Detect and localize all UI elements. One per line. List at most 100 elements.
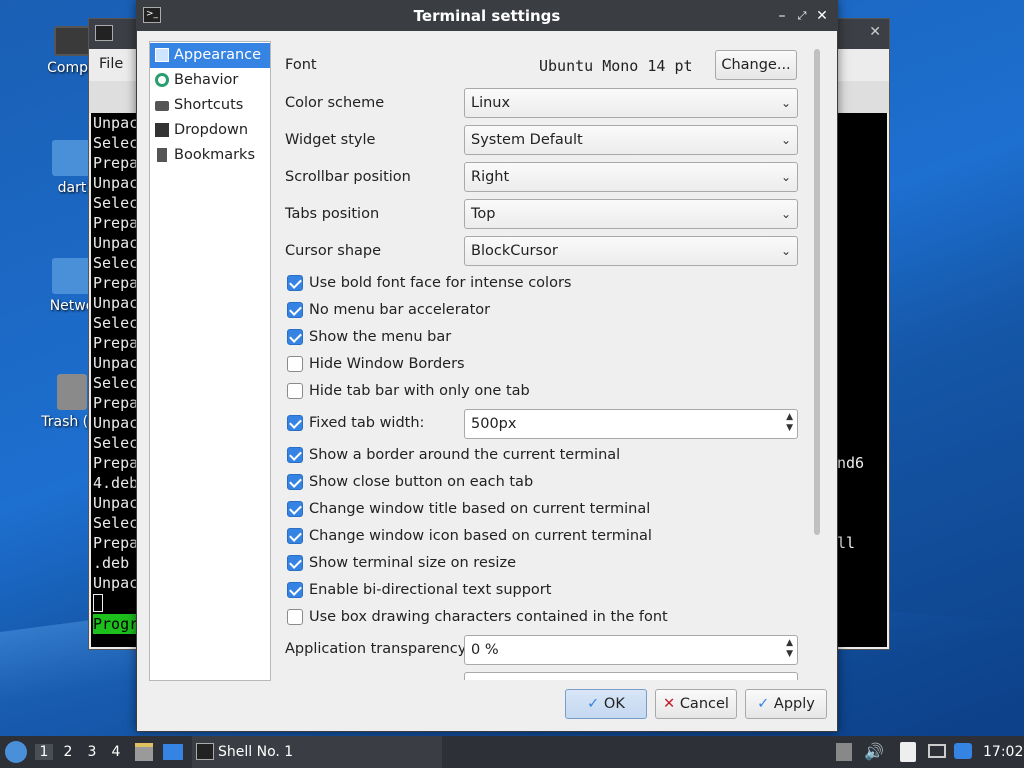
chevron-down-icon: ⌄ [780, 96, 791, 110]
sidebar-item-shortcuts[interactable]: Shortcuts [150, 93, 270, 118]
terminal-fragment: nd6 [837, 454, 865, 472]
checkbox-box[interactable] [287, 356, 303, 372]
start-menu-icon[interactable] [5, 741, 27, 763]
checkbox-border-current-terminal[interactable]: Show a border around the current termina… [285, 444, 620, 466]
workspace-2[interactable]: 2 [59, 744, 77, 760]
menu-file[interactable]: File [99, 56, 123, 72]
file-manager-icon[interactable] [135, 743, 153, 761]
checkbox-hide-tab-bar[interactable]: Hide tab bar with only one tab [285, 380, 530, 402]
checkbox-box[interactable] [287, 447, 303, 463]
sidebar-item-label: Appearance [174, 47, 262, 63]
maximize-icon[interactable]: ⤢ [793, 7, 811, 25]
sidebar-item-label: Dropdown [174, 122, 249, 138]
behavior-icon [155, 73, 169, 87]
close-icon[interactable]: ✕ [813, 7, 831, 25]
home-folder-icon [52, 140, 92, 176]
chevron-down-icon: ⌄ [780, 133, 791, 147]
dialog-titlebar[interactable]: >_ Terminal settings – ⤢ ✕ [137, 1, 837, 31]
minimize-icon[interactable]: – [773, 7, 791, 25]
cancel-button[interactable]: ✕ Cancel [655, 689, 737, 719]
scrollbar-position-label: Scrollbar position [285, 169, 411, 185]
checkbox-close-button-tab[interactable]: Show close button on each tab [285, 471, 533, 493]
checkbox-show-menu-bar[interactable]: Show the menu bar [285, 326, 451, 348]
cursor-shape-select[interactable]: BlockCursor ⌄ [464, 236, 798, 266]
app-transparency-label: Application transparency [285, 641, 467, 657]
chevron-down-icon: ⌄ [780, 170, 791, 184]
spin-arrows-icon[interactable]: ▲ ▼ [786, 412, 793, 434]
tabs-position-label: Tabs position [285, 206, 380, 222]
checkbox-box[interactable] [287, 582, 303, 598]
sidebar-item-dropdown[interactable]: Dropdown [150, 118, 270, 143]
terminal-icon [95, 25, 113, 41]
apply-button[interactable]: ✓ Apply [745, 689, 827, 719]
font-label: Font [285, 57, 317, 73]
app-transparency-spinbox[interactable]: 0 % ▲ ▼ [464, 635, 798, 665]
checkbox-label: Show a border around the current termina… [309, 447, 621, 463]
checkbox-label: Change window title based on current ter… [309, 501, 651, 517]
checkbox-box[interactable] [287, 528, 303, 544]
checkbox-box[interactable] [287, 329, 303, 345]
show-desktop-icon[interactable] [163, 744, 183, 760]
network-icon[interactable] [928, 744, 946, 758]
sidebar-item-label: Shortcuts [174, 97, 244, 113]
change-font-button[interactable]: Change... [715, 50, 797, 80]
sidebar-item-appearance[interactable]: Appearance [150, 43, 270, 68]
fixed-tab-width-spinbox[interactable]: 500px ▲ ▼ [464, 409, 798, 439]
checkbox-change-window-title[interactable]: Change window title based on current ter… [285, 498, 650, 520]
checkbox-box[interactable] [287, 609, 303, 625]
checkbox-label: Show terminal size on resize [309, 555, 516, 571]
sidebar-item-bookmarks[interactable]: Bookmarks [150, 143, 270, 168]
settings-sidebar: Appearance Behavior Shortcuts Dropdown B… [149, 41, 271, 681]
checkbox-box[interactable] [287, 275, 303, 291]
checkbox-terminal-size-resize[interactable]: Show terminal size on resize [285, 552, 516, 574]
tabs-position-select[interactable]: Top ⌄ [464, 199, 798, 229]
scrollbar-position-value: Right [471, 169, 510, 185]
sidebar-item-behavior[interactable]: Behavior [150, 68, 270, 93]
clipboard-icon[interactable] [900, 742, 916, 762]
keyboard-icon [155, 101, 169, 111]
task-shell[interactable]: Shell No. 1 [192, 736, 442, 768]
checkbox-box[interactable] [287, 555, 303, 571]
apply-label: Apply [773, 696, 815, 712]
checkbox-hide-window-borders[interactable]: Hide Window Borders [285, 353, 465, 375]
checkbox-label: Fixed tab width: [309, 415, 425, 431]
widget-style-select[interactable]: System Default ⌄ [464, 125, 798, 155]
checkbox-bold-font[interactable]: Use bold font face for intense colors [285, 272, 571, 294]
clock: 17:02 [983, 744, 1024, 760]
spin-arrows-icon[interactable]: ▲ ▼ [786, 638, 793, 660]
checkbox-box-drawing[interactable]: Use box drawing characters contained in … [285, 606, 668, 628]
eject-icon[interactable] [836, 743, 852, 761]
checkbox-label: Hide Window Borders [309, 356, 465, 372]
checkbox-label: Show the menu bar [309, 329, 452, 345]
ok-label: OK [603, 696, 625, 712]
workspace-4[interactable]: 4 [107, 744, 125, 760]
checkbox-box[interactable] [287, 415, 303, 431]
terminal-settings-dialog[interactable]: >_ Terminal settings – ⤢ ✕ Appearance Be… [136, 0, 838, 732]
checkbox-label: No menu bar accelerator [309, 302, 491, 318]
close-icon[interactable]: ✕ [869, 24, 881, 40]
ok-button[interactable]: ✓ OK [565, 689, 647, 719]
checkbox-label: Use box drawing characters contained in … [309, 609, 668, 625]
checkbox-no-menu-accelerator[interactable]: No menu bar accelerator [285, 299, 490, 321]
checkbox-box[interactable] [287, 474, 303, 490]
checkbox-fixed-tab-width[interactable]: Fixed tab width: [285, 412, 424, 434]
checkbox-box[interactable] [287, 383, 303, 399]
workspace-1[interactable]: 1 [35, 744, 53, 760]
update-icon[interactable] [954, 743, 972, 759]
scrollbar-position-select[interactable]: Right ⌄ [464, 162, 798, 192]
widget-style-label: Widget style [285, 132, 376, 148]
color-scheme-select[interactable]: Linux ⌄ [464, 88, 798, 118]
settings-scrollbar[interactable] [811, 49, 821, 679]
task-label: Shell No. 1 [218, 744, 294, 760]
cursor-shape-value: BlockCursor [471, 243, 558, 259]
workspace-3[interactable]: 3 [83, 744, 101, 760]
volume-icon[interactable]: 🔊 [864, 742, 884, 761]
checkbox-box[interactable] [287, 302, 303, 318]
appearance-icon [155, 48, 169, 62]
checkbox-box[interactable] [287, 501, 303, 517]
taskbar: 1 2 3 4 Shell No. 1 🔊 17:02 [0, 736, 1024, 768]
scrollbar-thumb[interactable] [814, 49, 820, 535]
bookmark-icon [157, 148, 167, 162]
checkbox-change-window-icon[interactable]: Change window icon based on current term… [285, 525, 652, 547]
checkbox-bidi-text[interactable]: Enable bi-directional text support [285, 579, 551, 601]
